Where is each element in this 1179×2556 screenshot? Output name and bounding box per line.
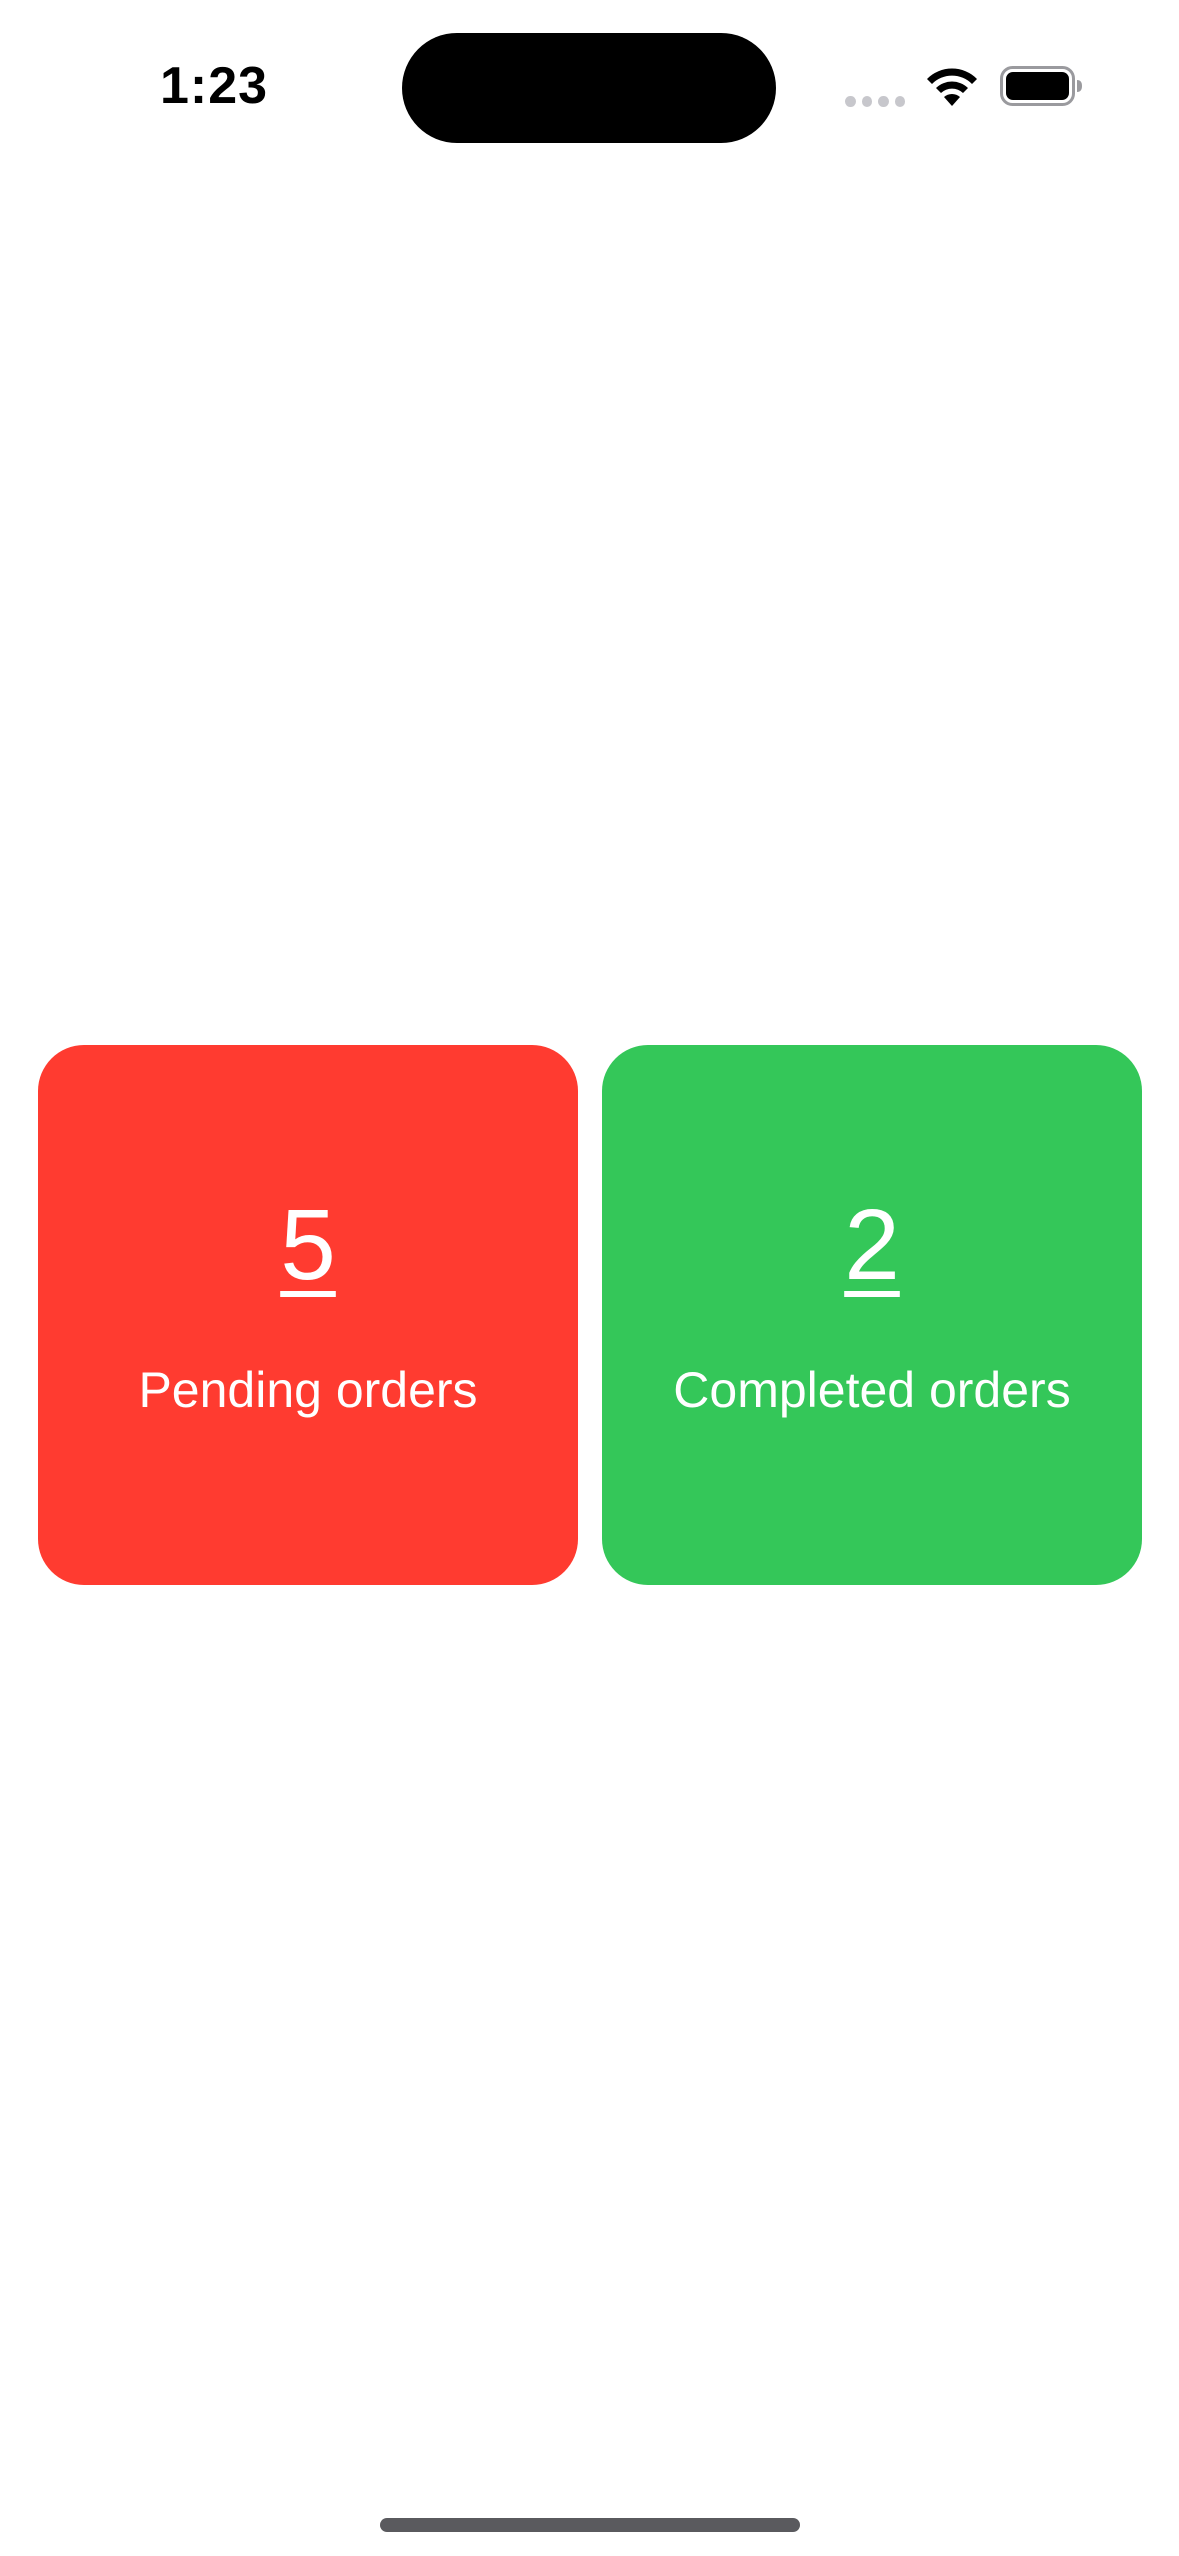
pending-orders-label: Pending orders: [138, 1362, 478, 1418]
battery-icon: [1000, 66, 1082, 106]
status-time: 1:23: [160, 57, 269, 115]
home-indicator[interactable]: [380, 2518, 800, 2532]
completed-orders-count[interactable]: 2: [844, 1195, 900, 1295]
screen: 1:23 5 Pending orders 2 Completed orders: [0, 0, 1179, 2556]
completed-orders-card[interactable]: 2 Completed orders: [602, 1045, 1142, 1585]
pending-orders-card[interactable]: 5 Pending orders: [38, 1045, 578, 1585]
cellular-signal-icon: [845, 94, 905, 108]
dynamic-island: [402, 33, 776, 143]
completed-orders-label: Completed orders: [673, 1362, 1071, 1418]
wifi-icon: [927, 68, 977, 106]
pending-orders-count[interactable]: 5: [280, 1195, 336, 1295]
